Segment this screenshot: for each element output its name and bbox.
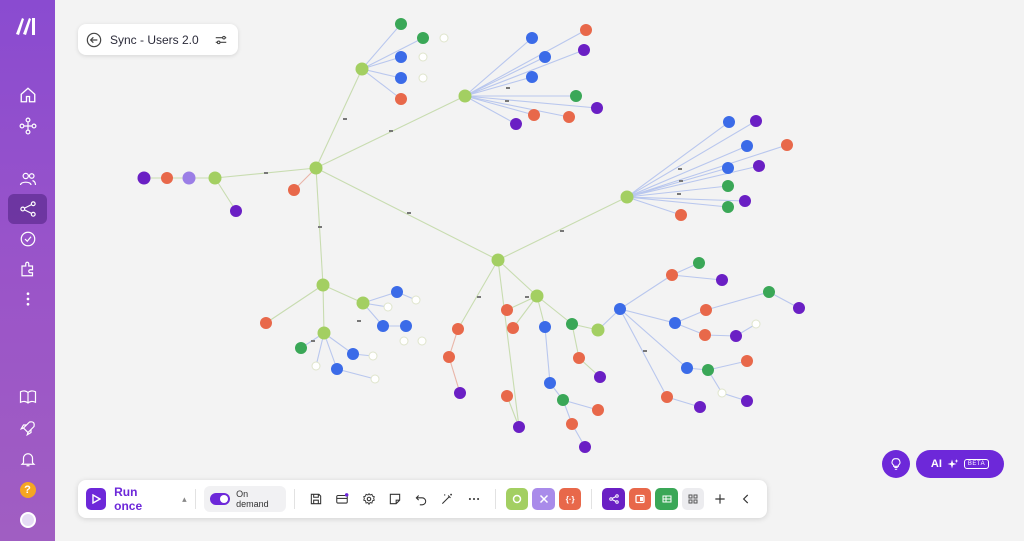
sidebar-item-team[interactable]: [8, 164, 47, 194]
help-icon: ?: [19, 482, 36, 498]
text-parser-button[interactable]: {·}: [558, 488, 582, 510]
add-module-button[interactable]: [706, 486, 732, 512]
text-parser-icon: {·}: [565, 494, 575, 504]
templates-icon: [19, 117, 36, 135]
home-icon: [20, 87, 35, 103]
http-icon: [635, 494, 645, 504]
devtool-button[interactable]: [329, 486, 355, 512]
save-button[interactable]: [303, 486, 329, 512]
router-modules[interactable]: [208, 62, 634, 340]
empty-modules[interactable]: [311, 33, 761, 398]
grid-icon: [688, 494, 698, 504]
scenario-header: Sync - Users 2.0: [78, 24, 238, 55]
rocket-icon: [19, 421, 35, 437]
sidebar-item-connections[interactable]: [8, 224, 47, 254]
team-icon: [19, 172, 36, 186]
tools-button[interactable]: [532, 488, 555, 510]
favorite-sheets-button[interactable]: [655, 488, 678, 510]
settings-button[interactable]: [355, 486, 381, 512]
sidebar-item-notifications[interactable]: [8, 444, 47, 474]
sheets-icon: [662, 495, 672, 503]
devtool-icon: [336, 493, 349, 504]
scenario-graph: [137, 18, 806, 453]
schedule-label: On demand: [236, 489, 269, 509]
connection-lines: [144, 23, 800, 448]
sidebar-item-more[interactable]: [8, 284, 47, 314]
chevron-left-icon: [742, 494, 749, 504]
plus-icon: [714, 494, 725, 504]
note-icon: [389, 493, 401, 505]
gear-icon: [362, 493, 375, 506]
sidebar-item-help[interactable]: ?: [8, 475, 47, 505]
more-icon: [26, 292, 29, 306]
sidebar: ?: [0, 0, 55, 541]
tools-modules[interactable]: [137, 44, 806, 453]
favorite-tools-button[interactable]: [602, 488, 625, 510]
scenario-toolbar: Run once ▴ On demand {·}: [78, 480, 767, 518]
docs-icon: [19, 390, 36, 404]
favorite-http-button[interactable]: [628, 488, 652, 510]
scenarios-icon: [19, 201, 36, 217]
make-logo-icon[interactable]: [14, 14, 42, 38]
undo-icon: [415, 495, 427, 506]
back-arrow-icon[interactable]: [86, 32, 102, 48]
scenario-canvas[interactable]: [55, 0, 1024, 541]
chevron-up-icon[interactable]: ▴: [182, 494, 187, 505]
all-apps-button[interactable]: [681, 488, 705, 510]
notes-button[interactable]: [382, 486, 408, 512]
play-icon: [86, 488, 107, 510]
more-options-button[interactable]: [461, 486, 487, 512]
scenario-title[interactable]: Sync - Users 2.0: [110, 33, 206, 47]
ai-label: AI: [930, 458, 942, 470]
lightbulb-icon: [891, 458, 901, 470]
scenario-settings-icon[interactable]: [214, 33, 228, 47]
run-once-button[interactable]: Run once ▴: [86, 485, 187, 513]
schedule-toggle[interactable]: On demand: [203, 486, 286, 512]
beta-badge: BETA: [963, 459, 990, 469]
apps-icon: [20, 261, 33, 277]
sidebar-item-home[interactable]: [8, 80, 47, 110]
collapse-toolbar-button[interactable]: [733, 486, 759, 512]
divider: [293, 489, 295, 509]
auto-align-button[interactable]: [434, 486, 460, 512]
save-icon: [310, 493, 322, 505]
tools-icon: [539, 494, 548, 504]
divider: [194, 489, 196, 509]
undo-button[interactable]: [408, 486, 434, 512]
sidebar-item-rocket[interactable]: [8, 413, 47, 443]
magic-wand-icon: [442, 493, 453, 505]
ellipsis-icon: [468, 497, 479, 501]
sidebar-item-scenarios[interactable]: [8, 194, 47, 224]
ai-assistant-button[interactable]: AI BETA: [916, 450, 1004, 478]
sidebar-item-apps[interactable]: [8, 254, 47, 284]
sparkle-icon: [947, 459, 959, 469]
divider: [591, 489, 593, 509]
notifications-icon: [20, 453, 35, 467]
flow-control-icon: [512, 494, 522, 504]
connections-icon: [20, 231, 35, 247]
share-icon: [608, 494, 619, 504]
sidebar-item-profile[interactable]: [8, 505, 47, 535]
sidebar-item-docs[interactable]: [8, 382, 47, 412]
sidebar-item-templates[interactable]: [8, 111, 47, 141]
microsoft-modules[interactable]: [331, 32, 753, 389]
divider: [494, 489, 496, 509]
run-once-label: Run once: [114, 485, 143, 513]
tools-flow-control-button[interactable]: [505, 488, 529, 510]
schedule-switch[interactable]: [209, 493, 231, 505]
avatar: [19, 512, 36, 528]
tips-button[interactable]: [882, 450, 910, 478]
